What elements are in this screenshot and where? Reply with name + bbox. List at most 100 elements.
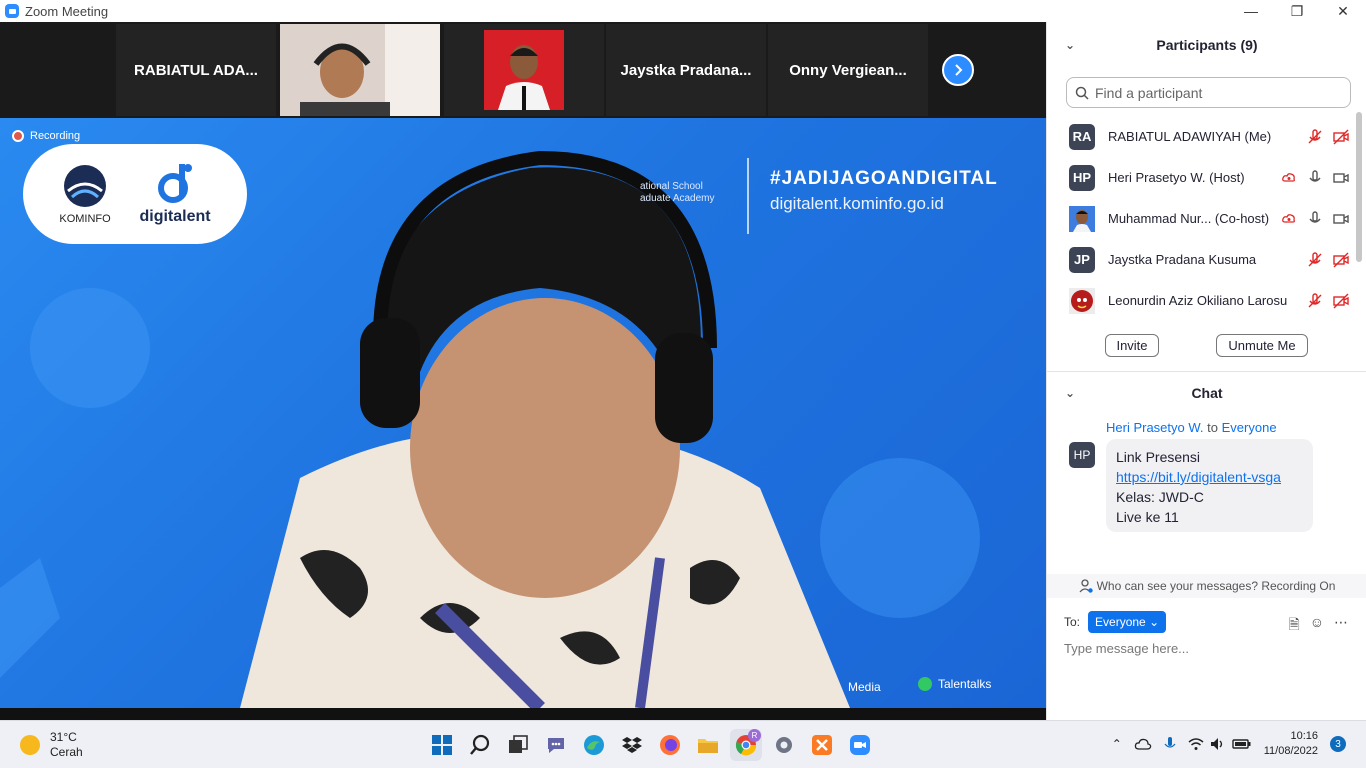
to-label: To: [1064,615,1081,629]
file-explorer-button[interactable] [692,729,724,761]
weather-widget[interactable]: 31°C Cerah [20,730,83,760]
hashtag-text: #JADIJAGOANDIGITAL [770,168,998,189]
start-button[interactable] [426,729,458,761]
active-speaker-video: Recording KOMINFO digitalent ational Sch… [0,118,1046,708]
participant-tile-name: RABIATUL ADA... [134,61,258,79]
chat-line: Live ke 11 [1116,509,1179,525]
chat-line: Link Presensi [1116,449,1201,465]
participant-name: Jaystka Pradana Kusuma [1108,252,1257,267]
participants-scrollbar[interactable] [1356,112,1362,262]
chrome-button[interactable]: R [730,729,762,761]
chat-header[interactable]: ⌄ Chat [1047,378,1366,408]
title-bar: Zoom Meeting — ❐ ✕ [0,0,1366,22]
chevron-up-icon[interactable]: ⌃ [1112,737,1122,751]
participants-header[interactable]: ⌄ Participants (9) [1047,30,1366,60]
firefox-icon [660,735,680,755]
participant-tile[interactable]: Jaystka Pradana... [606,24,766,116]
video-icon[interactable] [1333,170,1349,186]
site-text: digitalent.kominfo.go.id [770,194,944,213]
mic-muted-icon[interactable] [1307,292,1323,309]
settings-button[interactable] [768,729,800,761]
microphone-icon[interactable] [1164,736,1176,752]
participant-tile-video[interactable] [280,24,440,116]
chat-tools: 🗎 ☺ ⋯ [1288,614,1348,638]
teams-chat-icon [548,738,564,753]
unmute-me-button[interactable]: Unmute Me [1216,334,1308,357]
participant-tile[interactable]: Onny Vergiean... [768,24,928,116]
file-icon[interactable]: 🗎 [1288,614,1299,638]
video-off-icon[interactable] [1333,129,1349,145]
xampp-icon [812,735,832,755]
participant-row[interactable]: Leonurdin Aziz Okiliano Larosu [1047,280,1366,321]
avatar: HP [1069,164,1095,191]
xampp-button[interactable] [806,729,838,761]
participant-name: Leonurdin Aziz Okiliano Larosu [1108,293,1288,308]
dropbox-button[interactable] [616,729,648,761]
recording-indicator: Recording [12,130,80,142]
notification-badge[interactable]: 3 [1330,736,1346,752]
clock-time: 10:16 [1290,730,1318,742]
participant-tile[interactable]: RABIATUL ADA... [116,24,276,116]
invite-button[interactable]: Invite [1105,334,1159,357]
chevron-down-icon[interactable]: ⌄ [1065,38,1075,52]
mic-muted-icon[interactable] [1307,128,1323,145]
taskbar-apps: R [426,729,876,761]
footer-talentalks: Talentalks [918,677,991,691]
participant-list: RA RABIATUL ADAWIYAH (Me) HP Heri Praset… [1047,116,1366,321]
video-icon[interactable] [1333,211,1349,227]
dropbox-icon [622,737,642,753]
cloud-icon[interactable] [1134,737,1152,751]
chat-app-button[interactable] [540,729,572,761]
cloud-recording-icon [1282,172,1295,182]
sponsor-logos: KOMINFO digitalent [23,144,247,244]
chevron-down-icon: ⌄ [1149,615,1160,629]
battery-icon [1232,739,1251,749]
edge-button[interactable] [578,729,610,761]
mic-icon[interactable] [1307,210,1323,227]
person-icon [1079,579,1093,593]
spotify-icon [918,677,932,691]
recipient-dropdown[interactable]: Everyone ⌄ [1088,611,1167,633]
video-off-icon[interactable] [1333,252,1349,268]
next-page-button[interactable] [942,54,974,86]
task-view-button[interactable] [502,729,534,761]
meeting-bottom-bar [0,708,1046,720]
divider [1047,371,1366,372]
firefox-button[interactable] [654,729,686,761]
chat-visibility-note[interactable]: Who can see your messages? Recording On [1047,574,1366,598]
chevron-down-icon[interactable]: ⌄ [1065,386,1075,400]
school-text: ational School aduate Academy [640,181,715,204]
more-icon[interactable]: ⋯ [1334,614,1348,638]
chat-link[interactable]: https://bit.ly/digitalent-vsga [1116,467,1303,487]
search-button[interactable] [464,729,496,761]
restore-button[interactable]: ❐ [1274,0,1320,22]
zoom-button[interactable] [844,729,876,761]
chat-sender[interactable]: Heri Prasetyo W. [1106,420,1204,435]
participant-row[interactable]: Muhammad Nur... (Co-host) [1047,198,1366,239]
system-tray: ⌃ 10:16 11/08/2022 3 [1112,729,1346,759]
close-button[interactable]: ✕ [1320,0,1366,22]
video-off-icon[interactable] [1333,293,1349,309]
participant-row[interactable]: JP Jaystka Pradana Kusuma [1047,239,1366,280]
emoji-icon[interactable]: ☺ [1310,614,1324,638]
divider [747,158,749,234]
clock[interactable]: 10:16 11/08/2022 [1264,729,1318,759]
minimize-button[interactable]: — [1228,0,1274,22]
edge-icon [584,735,604,755]
chat-message-input[interactable]: Type message here... [1064,641,1189,656]
participant-tile-name: Onny Vergiean... [789,61,907,79]
participant-row[interactable]: RA RABIATUL ADAWIYAH (Me) [1047,116,1366,157]
participant-tile-name: Jaystka Pradana... [620,61,752,79]
chat-recipient[interactable]: Everyone [1222,420,1277,435]
network-status[interactable] [1188,737,1252,751]
weather-condition: Cerah [50,745,83,759]
gear-icon [776,737,792,753]
mic-icon[interactable] [1307,169,1323,186]
participant-tile-video[interactable] [444,24,604,116]
chat-title: Chat [1191,385,1223,401]
participant-video-image [280,24,440,116]
chevron-right-icon [955,64,963,76]
participant-row[interactable]: HP Heri Prasetyo W. (Host) [1047,157,1366,198]
participant-search-input[interactable]: Find a participant [1066,77,1351,108]
mic-muted-icon[interactable] [1307,251,1323,268]
